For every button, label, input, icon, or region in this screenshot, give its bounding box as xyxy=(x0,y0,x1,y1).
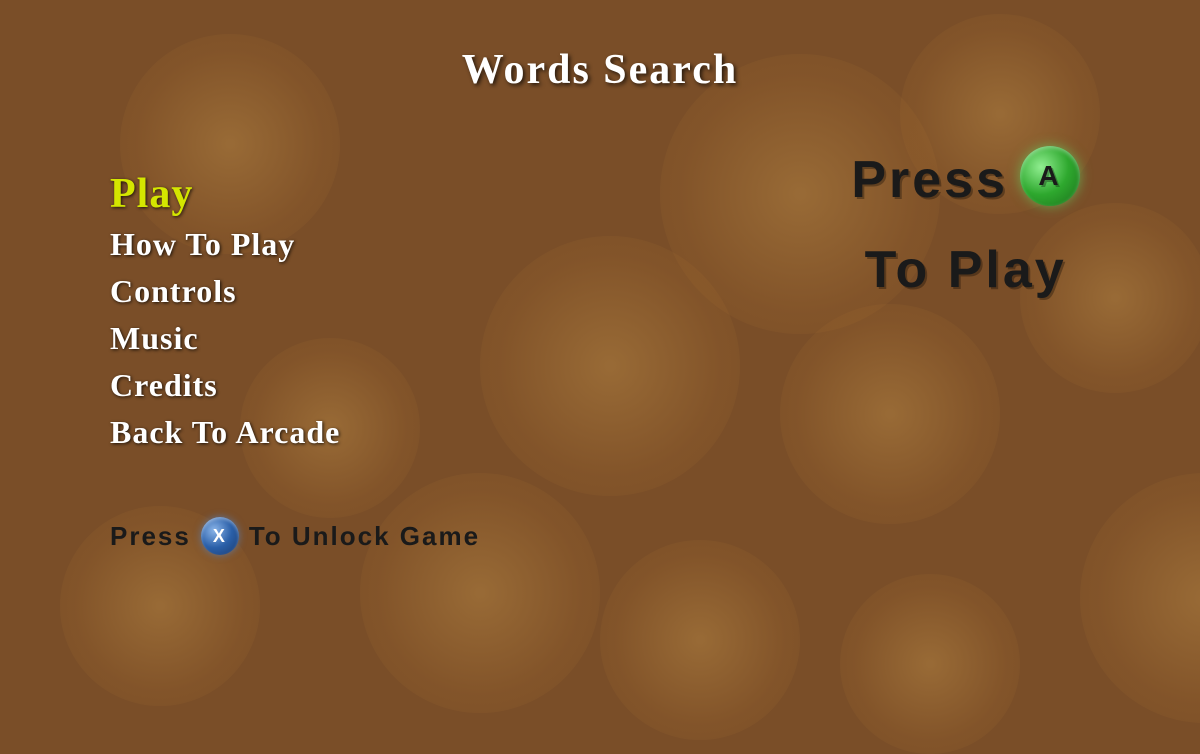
menu-item-back-to-arcade[interactable]: Back To Arcade xyxy=(110,414,340,451)
bokeh-circle xyxy=(360,473,600,713)
press-a-line: Press A xyxy=(851,150,1080,210)
menu-item-how-to-play[interactable]: How To Play xyxy=(110,226,340,263)
x-button[interactable]: X xyxy=(201,517,239,555)
menu-container: Play How To Play Controls Music Credits Back … xyxy=(110,170,340,461)
bokeh-circle xyxy=(480,236,740,496)
bokeh-circle xyxy=(840,574,1020,754)
game-title: Words Search xyxy=(462,47,738,93)
menu-item-controls[interactable]: Controls xyxy=(110,273,340,310)
title-container: Words Search xyxy=(0,46,1200,94)
menu-item-credits[interactable]: Credits xyxy=(110,367,340,404)
unlock-container: Press X To Unlock Game xyxy=(110,517,480,555)
press-a-container: Press A To Play xyxy=(851,150,1080,300)
unlock-prefix: Press xyxy=(110,521,191,552)
unlock-suffix: To Unlock Game xyxy=(249,521,480,552)
press-label: Press xyxy=(851,150,1008,210)
menu-item-play[interactable]: Play xyxy=(110,170,340,218)
to-play-label: To Play xyxy=(851,240,1080,300)
menu-item-music[interactable]: Music xyxy=(110,320,340,357)
a-button[interactable]: A xyxy=(1020,146,1080,206)
bokeh-circle xyxy=(600,540,800,740)
unlock-line: Press X To Unlock Game xyxy=(110,517,480,555)
bokeh-circle xyxy=(780,304,1000,524)
bokeh-circle xyxy=(1080,473,1200,723)
